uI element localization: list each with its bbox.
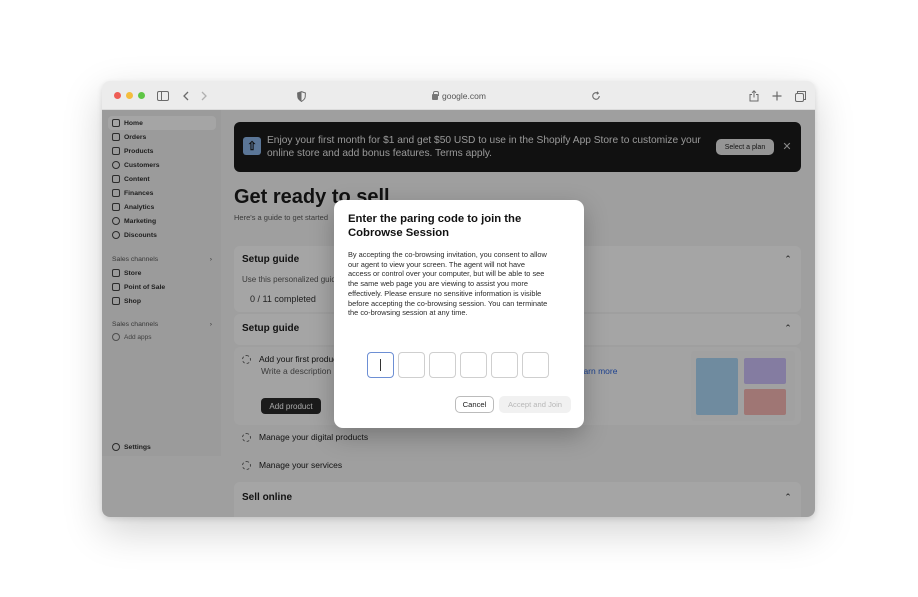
- text-caret: [380, 359, 381, 371]
- code-digit-input-5[interactable]: [491, 352, 518, 378]
- minimize-window-button[interactable]: [126, 92, 133, 99]
- code-digit-input-3[interactable]: [429, 352, 456, 378]
- sidebar-toggle-icon[interactable]: [155, 88, 171, 104]
- dialog-title: Enter the paring code to join the Cobrow…: [348, 213, 522, 239]
- plus-icon[interactable]: [769, 88, 785, 104]
- tabs-overview-icon[interactable]: [792, 88, 808, 104]
- cancel-button[interactable]: Cancel: [455, 396, 494, 413]
- code-digit-input-4[interactable]: [460, 352, 487, 378]
- shield-icon[interactable]: [293, 88, 309, 104]
- accept-and-join-button[interactable]: Accept and Join: [499, 396, 571, 413]
- reload-icon[interactable]: [588, 88, 604, 104]
- code-digit-input-2[interactable]: [398, 352, 425, 378]
- url-text: google.com: [442, 91, 486, 101]
- address-bar[interactable]: google.com: [432, 89, 486, 103]
- close-window-button[interactable]: [114, 92, 121, 99]
- share-icon[interactable]: [746, 88, 762, 104]
- cobrowse-dialog: Enter the paring code to join the Cobrow…: [334, 200, 584, 428]
- chevron-left-icon[interactable]: [178, 88, 194, 104]
- browser-window: google.com Home Orders Products Customer…: [102, 81, 815, 517]
- code-digit-input-6[interactable]: [522, 352, 549, 378]
- dialog-body: By accepting the co-browsing invitation,…: [348, 250, 548, 318]
- browser-toolbar: google.com: [102, 81, 815, 110]
- code-digit-input-1[interactable]: [367, 352, 394, 378]
- chevron-right-icon[interactable]: [196, 88, 212, 104]
- maximize-window-button[interactable]: [138, 92, 145, 99]
- lock-icon: [432, 91, 439, 100]
